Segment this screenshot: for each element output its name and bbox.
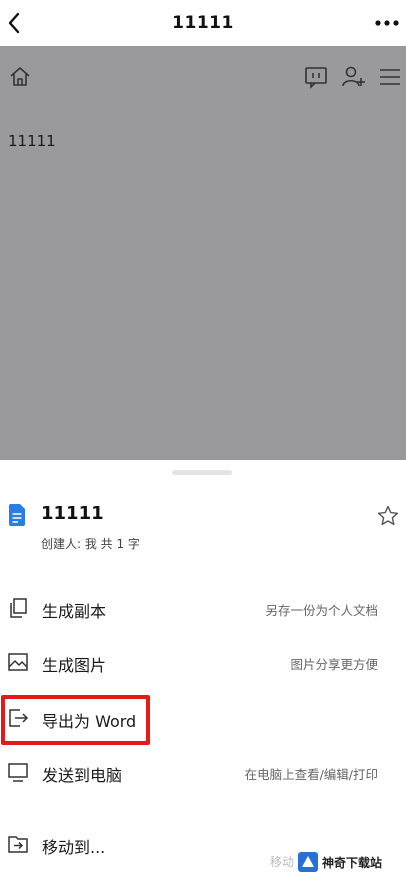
watermark-logo-icon bbox=[298, 852, 318, 872]
highlight-box bbox=[1, 695, 150, 745]
file-name: 11111 bbox=[41, 503, 104, 524]
watermark-text: 神奇下载站 bbox=[322, 855, 383, 870]
move-icon bbox=[8, 836, 28, 853]
document-area: 11111 bbox=[0, 46, 406, 460]
menu-item-hint: 另存一份为个人文档 bbox=[265, 603, 378, 618]
watermark: 神奇下载站 bbox=[294, 848, 406, 876]
action-sheet: 11111 创建人: 我 共 1 字 生成副本 另存一份为个人文档 生成图片 图… bbox=[0, 460, 406, 876]
menu-item-generate-image[interactable]: 生成图片 图片分享更方便 bbox=[0, 640, 406, 684]
back-arrow-icon[interactable] bbox=[2, 9, 30, 37]
copy-icon bbox=[10, 598, 27, 618]
document-body-text: 11111 bbox=[8, 132, 56, 150]
menu-item-hint: 移动 bbox=[269, 855, 294, 869]
add-user-icon[interactable] bbox=[340, 64, 366, 90]
document-file-icon bbox=[9, 504, 25, 526]
home-icon[interactable] bbox=[7, 64, 33, 90]
menu-item-label: 生成图片 bbox=[42, 656, 107, 675]
top-bar: 11111 bbox=[0, 0, 406, 46]
sheet-drag-handle[interactable] bbox=[172, 470, 232, 475]
comment-icon[interactable] bbox=[303, 64, 329, 90]
menu-item-duplicate[interactable]: 生成副本 另存一份为个人文档 bbox=[0, 586, 406, 630]
star-icon[interactable] bbox=[376, 504, 400, 528]
menu-item-hint: 在电脑上查看/编辑/打印 bbox=[244, 767, 378, 782]
image-icon bbox=[8, 653, 28, 671]
menu-item-label: 生成副本 bbox=[42, 602, 107, 621]
more-icon[interactable] bbox=[372, 10, 402, 36]
page-title: 11111 bbox=[172, 13, 234, 33]
file-info: 创建人: 我 共 1 字 bbox=[41, 537, 140, 551]
menu-item-label: 移动到... bbox=[42, 838, 106, 857]
menu-item-label: 发送到电脑 bbox=[42, 766, 123, 785]
monitor-icon bbox=[8, 763, 28, 782]
menu-icon[interactable] bbox=[377, 64, 403, 90]
menu-item-send-to-pc[interactable]: 发送到电脑 在电脑上查看/编辑/打印 bbox=[0, 750, 406, 794]
menu-item-hint: 图片分享更方便 bbox=[290, 657, 378, 672]
